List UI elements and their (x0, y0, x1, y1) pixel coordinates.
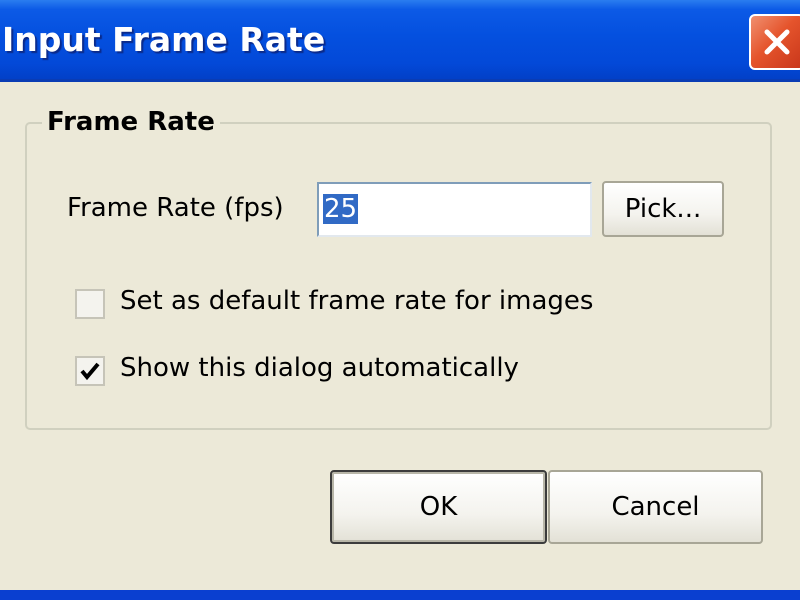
frame-rate-label: Frame Rate (fps) (67, 193, 284, 223)
dialog-window: Input Frame Rate Frame Rate Frame Rate (… (0, 0, 800, 600)
checkmark-icon (80, 362, 100, 381)
default-frame-rate-label[interactable]: Set as default frame rate for images (120, 286, 593, 316)
pick-button[interactable]: Pick... (602, 181, 724, 237)
frame-rate-input[interactable]: 25 (317, 182, 592, 237)
default-frame-rate-checkbox[interactable] (75, 289, 105, 319)
show-dialog-checkbox[interactable] (75, 356, 105, 386)
close-button[interactable] (749, 14, 800, 70)
cancel-button[interactable]: Cancel (548, 470, 763, 544)
show-dialog-label[interactable]: Show this dialog automatically (120, 353, 519, 383)
title-bar[interactable]: Input Frame Rate (0, 0, 800, 82)
window-bottom-border (0, 590, 800, 600)
frame-rate-value: 25 (323, 194, 359, 224)
close-icon (764, 29, 790, 55)
frame-rate-group (25, 122, 772, 430)
ok-button[interactable]: OK (330, 470, 547, 544)
window-title: Input Frame Rate (2, 20, 326, 59)
group-title: Frame Rate (42, 107, 220, 137)
